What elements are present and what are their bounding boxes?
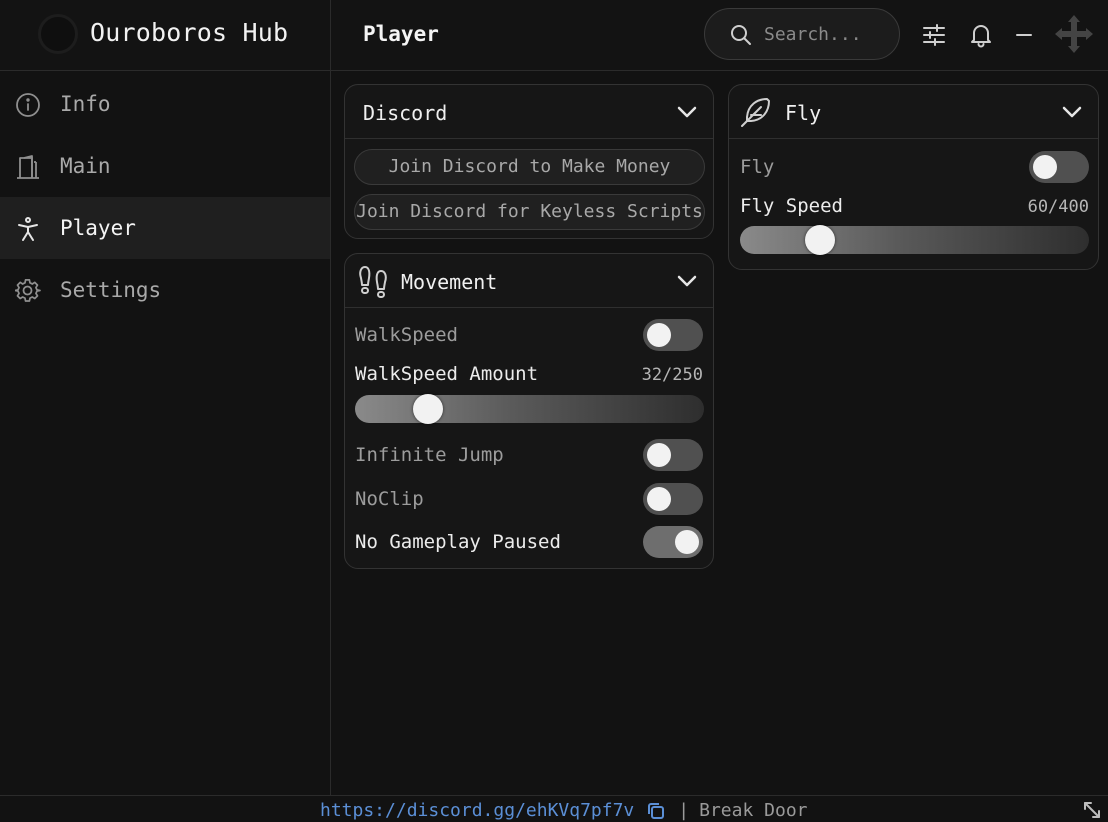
noclip-label: NoClip bbox=[355, 488, 424, 510]
movement-section: Movement WalkSpeed WalkSpeed Amount 32/2… bbox=[344, 253, 714, 569]
toggle-knob bbox=[1033, 155, 1057, 179]
join-discord-money-button[interactable]: Join Discord to Make Money bbox=[354, 149, 705, 185]
sidebar-item-info[interactable]: Info bbox=[0, 73, 330, 135]
toggle-knob bbox=[647, 487, 671, 511]
info-icon bbox=[14, 91, 42, 119]
join-discord-keyless-button[interactable]: Join Discord for Keyless Scripts bbox=[354, 194, 705, 230]
infinite-jump-label: Infinite Jump bbox=[355, 444, 504, 466]
fly-toggle[interactable] bbox=[1029, 151, 1089, 183]
toggle-knob bbox=[647, 443, 671, 467]
copy-icon[interactable] bbox=[646, 801, 666, 821]
no-gameplay-paused-toggle[interactable] bbox=[643, 526, 703, 558]
page-title: Player bbox=[363, 22, 439, 46]
sidebar-item-label: Player bbox=[60, 216, 136, 240]
search-icon bbox=[731, 25, 751, 45]
sidebar-item-main[interactable]: Main bbox=[0, 135, 330, 197]
sidebar-item-label: Info bbox=[60, 92, 111, 116]
fly-section-title: Fly bbox=[785, 101, 822, 125]
walkspeed-label: WalkSpeed bbox=[355, 324, 458, 346]
slider-thumb[interactable] bbox=[413, 394, 444, 424]
sidebar: Info Main Player Settings bbox=[0, 72, 330, 795]
noclip-toggle[interactable] bbox=[643, 483, 703, 515]
toggle-knob bbox=[675, 530, 699, 554]
search-box[interactable] bbox=[704, 8, 900, 60]
chevron-down-icon[interactable] bbox=[675, 100, 699, 124]
slider-thumb[interactable] bbox=[805, 225, 836, 255]
walkspeed-toggle[interactable] bbox=[643, 319, 703, 351]
movement-section-header[interactable]: Movement bbox=[345, 254, 713, 308]
walkspeed-amount-label: WalkSpeed Amount bbox=[355, 363, 539, 385]
person-icon bbox=[14, 215, 42, 243]
door-icon bbox=[14, 153, 42, 181]
sidebar-item-label: Main bbox=[60, 154, 111, 178]
discord-invite-link[interactable]: https://discord.gg/ehKVq7pf7v bbox=[320, 800, 634, 821]
footprints-icon bbox=[359, 266, 387, 298]
app-title: Ouroboros Hub bbox=[90, 18, 289, 47]
movement-section-title: Movement bbox=[401, 270, 498, 294]
fly-section-header[interactable]: Fly bbox=[729, 85, 1098, 139]
search-input[interactable] bbox=[764, 21, 889, 47]
fly-label: Fly bbox=[740, 156, 775, 178]
fly-section: Fly Fly Fly Speed 60/400 bbox=[728, 84, 1099, 270]
gear-icon bbox=[14, 277, 42, 305]
status-bar: https://discord.gg/ehKVq7pf7v | Break Do… bbox=[0, 795, 1108, 822]
sidebar-item-player[interactable]: Player bbox=[0, 197, 330, 259]
discord-section: Discord Join Discord to Make Money Join … bbox=[344, 84, 714, 239]
walkspeed-amount-value: 32/250 bbox=[641, 365, 703, 385]
sidebar-item-label: Settings bbox=[60, 278, 162, 302]
toggle-knob bbox=[647, 323, 671, 347]
fly-speed-label: Fly Speed bbox=[740, 195, 843, 217]
brand: Ouroboros Hub bbox=[0, 0, 331, 71]
no-gameplay-paused-label: No Gameplay Paused bbox=[355, 531, 561, 553]
fly-speed-value: 60/400 bbox=[1027, 197, 1089, 217]
footer-status-text: Break Door bbox=[699, 800, 808, 821]
bell-icon[interactable] bbox=[968, 18, 994, 52]
infinite-jump-toggle[interactable] bbox=[643, 439, 703, 471]
feather-icon bbox=[741, 98, 770, 127]
chevron-down-icon[interactable] bbox=[1060, 100, 1084, 124]
title-bar: Ouroboros Hub Player bbox=[0, 0, 1108, 71]
fly-speed-slider[interactable] bbox=[740, 225, 1089, 255]
sidebar-item-settings[interactable]: Settings bbox=[0, 259, 330, 321]
discord-section-header[interactable]: Discord bbox=[345, 85, 713, 139]
sidebar-divider bbox=[330, 0, 331, 795]
chevron-down-icon[interactable] bbox=[675, 269, 699, 293]
walkspeed-amount-slider[interactable] bbox=[355, 394, 704, 424]
discord-section-title: Discord bbox=[363, 101, 448, 125]
resize-icon[interactable] bbox=[1082, 800, 1102, 820]
logo-icon bbox=[38, 14, 78, 54]
minimize-icon[interactable] bbox=[1011, 18, 1037, 52]
filter-sliders-icon[interactable] bbox=[921, 18, 947, 52]
footer-content: https://discord.gg/ehKVq7pf7v | Break Do… bbox=[320, 800, 808, 821]
footer-separator: | bbox=[678, 800, 690, 821]
move-drag-icon[interactable] bbox=[1054, 13, 1094, 55]
